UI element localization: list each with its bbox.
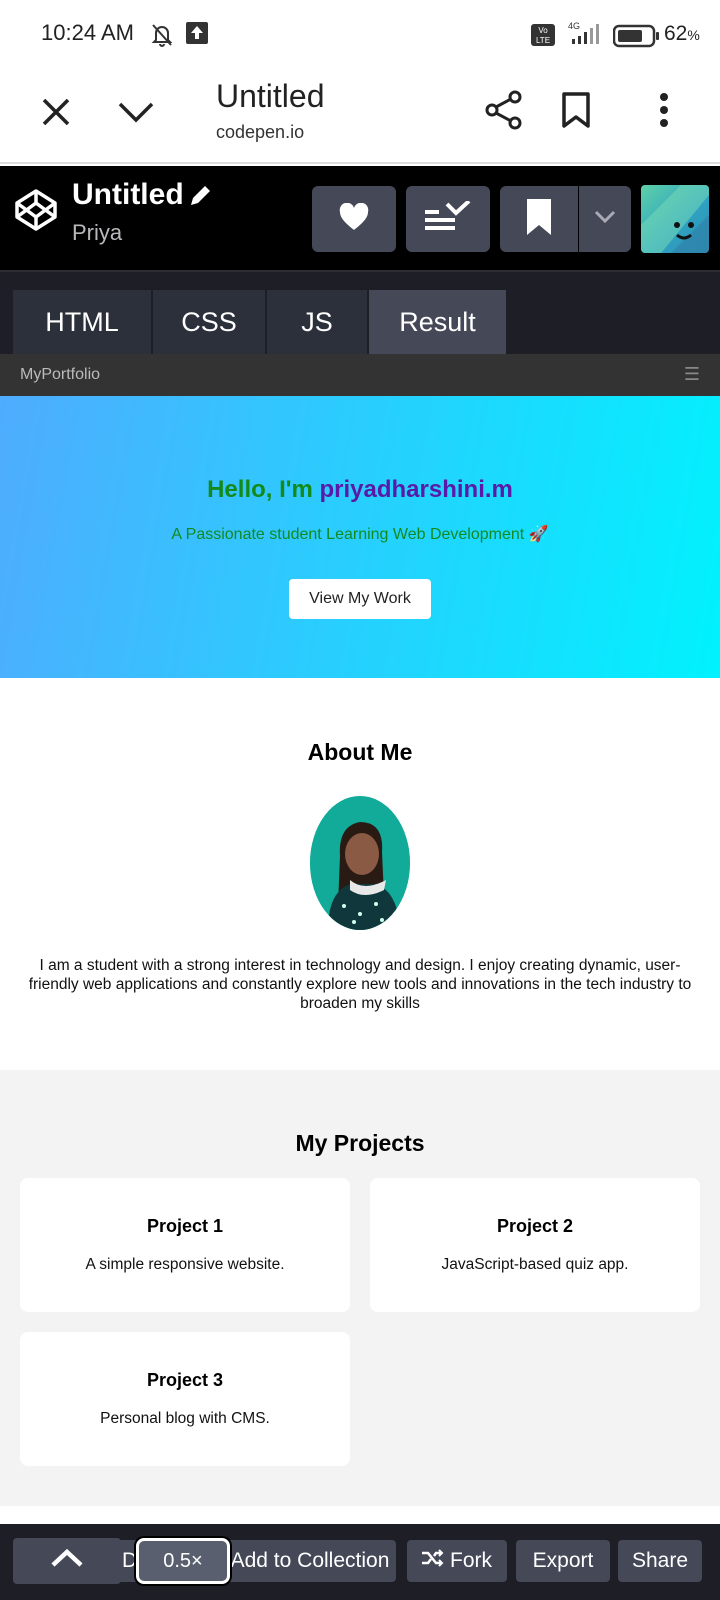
- tab-html[interactable]: HTML: [13, 290, 151, 354]
- tab-label: CSS: [181, 306, 237, 337]
- project-description: A simple responsive website.: [85, 1256, 285, 1273]
- project-card[interactable]: Project 3 Personal blog with CMS.: [20, 1332, 350, 1466]
- tab-label: JS: [301, 306, 333, 337]
- chevron-up-icon: [50, 1548, 84, 1574]
- fork-icon: [422, 1549, 444, 1573]
- hero-heading: Hello, I'm priyadharshini.m: [0, 476, 720, 504]
- page-url: codepen.io: [216, 122, 305, 142]
- browser-toolbar: Untitled codepen.io: [0, 70, 720, 164]
- site-brand[interactable]: MyPortfolio: [20, 366, 100, 384]
- button-label: Fork: [450, 1549, 492, 1572]
- about-title: About Me: [307, 739, 413, 765]
- site-navbar: MyPortfolio ☰: [0, 354, 720, 396]
- about-section: About Me I am a student with a strong in…: [0, 678, 720, 1070]
- page-title: Untitled: [216, 78, 325, 114]
- project-title: Project 1: [146, 1216, 224, 1236]
- heart-button[interactable]: [312, 186, 396, 252]
- status-time: 10:24 AM: [41, 20, 134, 45]
- battery-percentage: 62%: [664, 22, 700, 45]
- project-description: JavaScript-based quiz app.: [441, 1256, 629, 1273]
- bookmark-pen-button[interactable]: [500, 186, 578, 252]
- hero-subtitle: A Passionate student Learning Web Develo…: [171, 526, 549, 543]
- tab-label: Result: [399, 306, 476, 337]
- svg-text:4G: 4G: [568, 21, 580, 31]
- more-vertical-icon[interactable]: [644, 88, 684, 132]
- close-icon[interactable]: [36, 92, 76, 132]
- button-label: Export: [532, 1549, 594, 1572]
- export-button[interactable]: Export: [516, 1540, 610, 1582]
- codepen-logo-icon[interactable]: [14, 188, 58, 237]
- status-bar: 10:24 AM Vo LTE 4G 62%: [0, 0, 720, 70]
- project-card[interactable]: Project 2 JavaScript-based quiz app.: [370, 1178, 700, 1312]
- tab-label: HTML: [45, 306, 119, 337]
- add-to-collection-button[interactable]: Add to Collection: [224, 1540, 396, 1582]
- hamburger-menu-icon[interactable]: ☰: [684, 364, 700, 385]
- svg-text:LTE: LTE: [536, 36, 550, 45]
- chevron-down-icon[interactable]: [116, 92, 156, 132]
- hero-section: Hello, I'm priyadharshini.m A Passionate…: [0, 396, 720, 678]
- view-work-button[interactable]: View My Work: [289, 579, 431, 619]
- user-avatar[interactable]: [641, 185, 709, 253]
- project-description: Personal blog with CMS.: [100, 1410, 270, 1427]
- hidden-button-label: D: [122, 1549, 138, 1572]
- editor-tabs: HTML CSS JS Result: [0, 270, 720, 354]
- chevron-down-icon: [594, 210, 616, 229]
- silent-bell-icon: [150, 22, 174, 53]
- tab-result[interactable]: Result: [369, 290, 506, 354]
- button-label: Share: [631, 1549, 689, 1572]
- hero-name: priyadharshini.m: [319, 476, 513, 503]
- project-title: Project 3: [146, 1370, 224, 1390]
- codepen-header: Untitled Priya: [0, 166, 720, 270]
- share-icon[interactable]: [482, 88, 526, 132]
- hero-greeting: Hello, I'm: [207, 476, 320, 503]
- projects-title: My Projects: [295, 1130, 425, 1156]
- project-title: Project 2: [496, 1216, 574, 1236]
- volte-icon: Vo LTE: [531, 24, 555, 51]
- fork-button[interactable]: Fork: [407, 1540, 507, 1582]
- collapse-button[interactable]: [13, 1538, 121, 1584]
- project-card[interactable]: Project 1 A simple responsive website.: [20, 1178, 350, 1312]
- heart-icon: [338, 202, 370, 236]
- pencil-icon[interactable]: [188, 184, 212, 213]
- about-text: I am a student with a strong interest in…: [28, 957, 692, 1012]
- pen-author[interactable]: Priya: [72, 220, 122, 246]
- pen-title[interactable]: Untitled: [72, 178, 184, 212]
- profile-photo: [310, 796, 410, 930]
- bookmark-icon[interactable]: [556, 88, 596, 132]
- collection-button[interactable]: [406, 186, 490, 252]
- tab-js[interactable]: JS: [267, 290, 367, 354]
- svg-text:Vo: Vo: [538, 26, 548, 35]
- upload-icon: [186, 22, 208, 49]
- signal-icon: 4G: [562, 20, 604, 51]
- tab-css[interactable]: CSS: [153, 290, 265, 354]
- battery-icon: [612, 24, 661, 53]
- projects-section: My Projects Project 1 A simple responsiv…: [0, 1070, 720, 1506]
- button-label: Add to Collection: [230, 1549, 390, 1572]
- bookmark-icon: [525, 198, 553, 240]
- zoom-level-badge[interactable]: 0.5×: [136, 1538, 230, 1584]
- collection-icon: [425, 199, 471, 238]
- share-button[interactable]: Share: [618, 1540, 702, 1582]
- bookmark-options-button[interactable]: [579, 186, 631, 252]
- codepen-bottom-bar: D Add to Collection Fork Export Share 0.…: [0, 1524, 720, 1600]
